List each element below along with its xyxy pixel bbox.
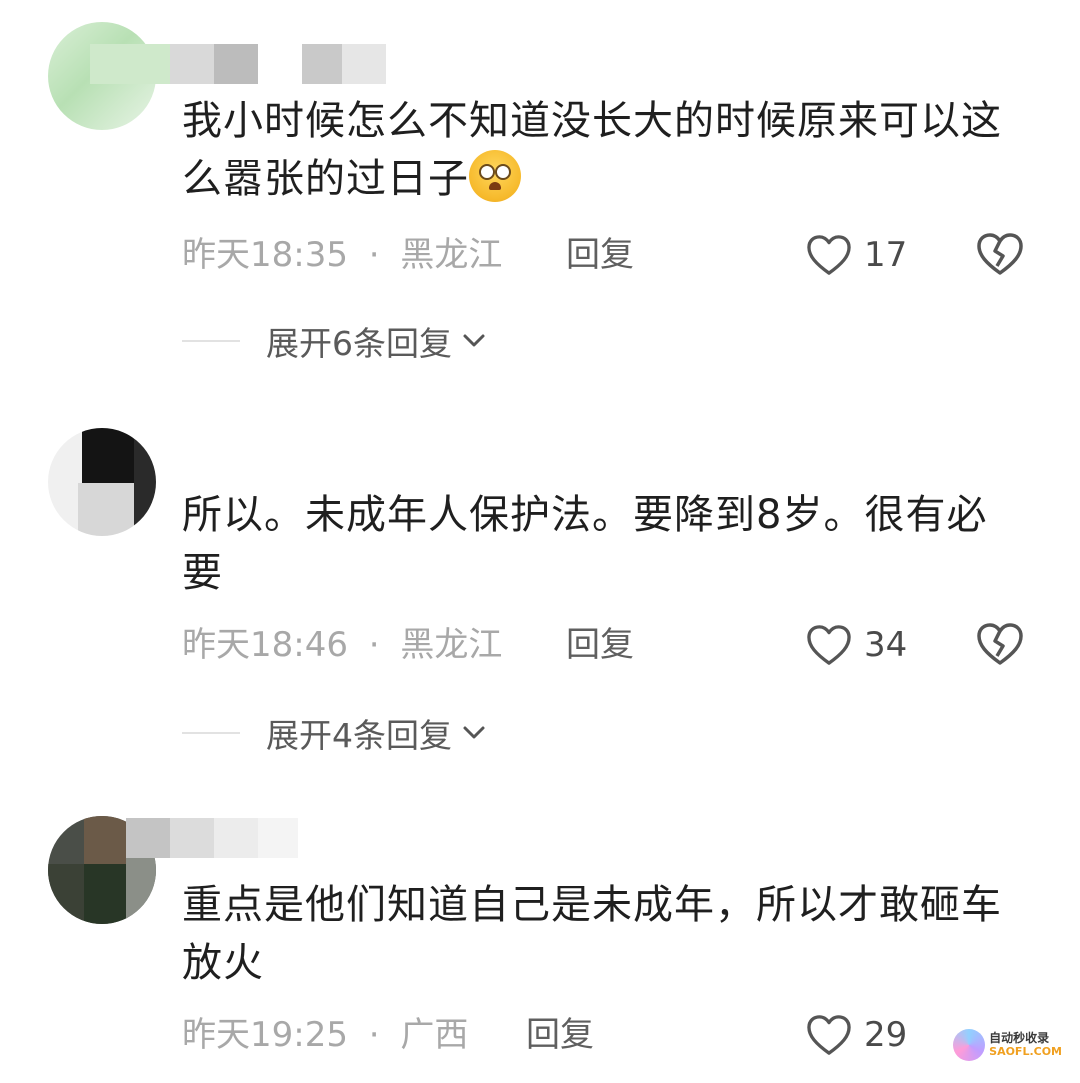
reply-button[interactable]: 回复 (566, 230, 634, 280)
broken-heart-icon[interactable] (976, 232, 1024, 276)
chevron-down-icon (463, 334, 485, 347)
avatar[interactable] (48, 428, 156, 536)
meta-separator: · (368, 625, 380, 665)
chevron-down-icon (463, 726, 485, 739)
comment-text: 我小时候怎么不知道没长大的时候原来可以这么嚣张的过日子 (182, 98, 1002, 202)
expand-replies[interactable]: 展开6条回复 (182, 316, 488, 366)
comment-location: 黑龙江 (400, 625, 503, 665)
like-button[interactable]: 34 (806, 620, 907, 670)
meta-separator: · (368, 235, 380, 275)
heart-outline-icon (807, 1015, 851, 1055)
broken-heart-icon[interactable] (976, 622, 1024, 666)
watermark: 自动秒收录 SAOFL.COM (953, 1029, 1062, 1061)
expand-replies-label: 展开4条回复 (266, 716, 452, 755)
heart-outline-icon (807, 235, 851, 275)
crying-face-emoji (469, 150, 521, 202)
expand-replies-label: 展开6条回复 (266, 324, 452, 363)
comment-text: 所以。未成年人保护法。要降到8岁。很有必要 (182, 492, 988, 596)
username-pixelated (126, 818, 298, 858)
watermark-line1: 自动秒收录 (989, 1031, 1050, 1045)
comment-text: 重点是他们知道自己是未成年，所以才敢砸车放火 (182, 882, 1002, 986)
like-count: 29 (864, 1015, 908, 1055)
expand-replies[interactable]: 展开4条回复 (182, 708, 488, 758)
meta-separator: · (368, 1015, 380, 1055)
watermark-line2: SAOFL.COM (989, 1045, 1062, 1058)
divider (182, 732, 240, 734)
like-count: 34 (864, 625, 908, 665)
like-button[interactable]: 17 (806, 230, 907, 280)
comment-time: 昨天18:46 (182, 625, 348, 665)
reply-button[interactable]: 回复 (566, 620, 634, 670)
comment-meta: 昨天18:46 · 黑龙江 (182, 620, 502, 670)
comment-meta: 昨天18:35 · 黑龙江 (182, 230, 502, 280)
comment-time: 昨天18:35 (182, 235, 348, 275)
divider (182, 340, 240, 342)
heart-outline-icon (807, 625, 851, 665)
like-count: 17 (864, 235, 908, 275)
reply-button[interactable]: 回复 (526, 1010, 594, 1060)
comment-time: 昨天19:25 (182, 1015, 348, 1055)
watermark-logo-icon (953, 1029, 986, 1061)
username-pixelated (90, 44, 386, 84)
like-button[interactable]: 29 (806, 1010, 907, 1060)
comment-meta: 昨天19:25 · 广西 (182, 1010, 468, 1060)
comment-location: 黑龙江 (400, 235, 503, 275)
comment-location: 广西 (400, 1015, 469, 1055)
